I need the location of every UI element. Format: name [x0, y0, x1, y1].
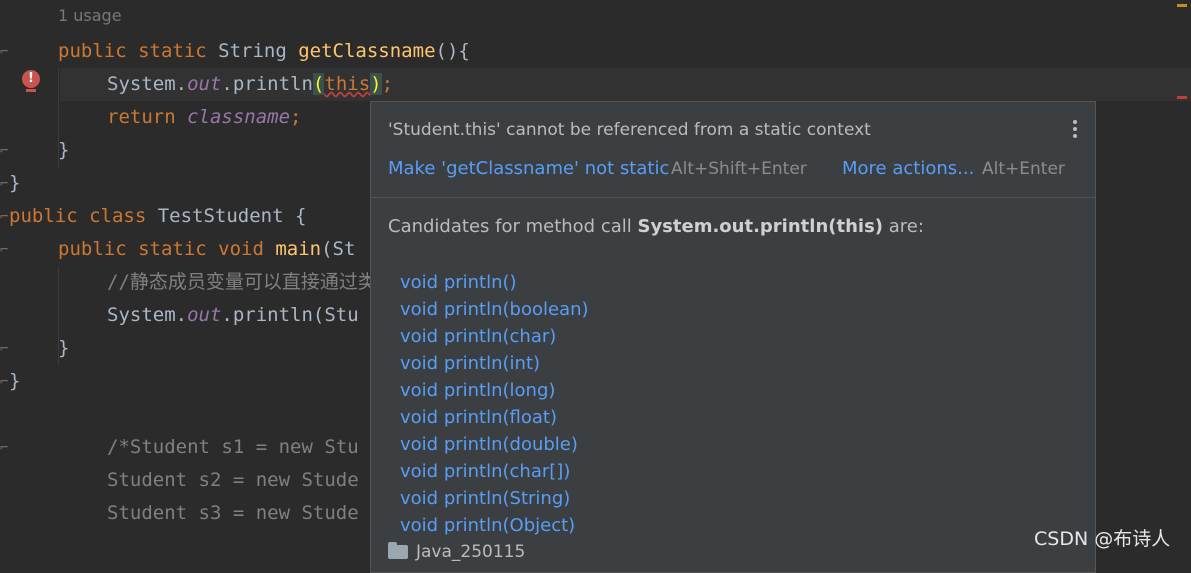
quick-fix-link[interactable]: Make 'getClassname' not static	[388, 158, 669, 179]
popup-header	[371, 102, 1095, 197]
candidate-item[interactable]: void println(int)	[400, 350, 589, 377]
code-token: System.	[107, 73, 188, 95]
code-token: public static void	[58, 238, 264, 260]
code-token: ;	[381, 73, 394, 95]
code-token: (	[312, 73, 325, 95]
code-token: getClassname	[298, 40, 436, 62]
code-token: public static	[58, 40, 207, 62]
code-line: }	[9, 370, 21, 392]
candidates-suffix: are:	[883, 216, 924, 237]
fold-icon[interactable]: ⌐	[0, 339, 12, 359]
watermark: CSDN @布诗人	[1034, 528, 1171, 550]
candidate-item[interactable]: void println(char)	[400, 323, 589, 350]
fold-icon[interactable]: ⌐	[0, 240, 12, 260]
error-bulb-base	[26, 89, 36, 92]
more-actions-link[interactable]: More actions...	[842, 158, 974, 179]
code-line: }	[9, 172, 21, 194]
candidate-item[interactable]: void println(double)	[400, 431, 589, 458]
error-bulb-icon[interactable]: !	[22, 70, 40, 88]
problem-message: 'Student.this' cannot be referenced from…	[388, 120, 871, 140]
candidate-item[interactable]: void println(boolean)	[400, 296, 589, 323]
more-options-icon[interactable]	[1069, 118, 1081, 140]
quick-fix-shortcut: Alt+Shift+Enter	[671, 159, 807, 179]
fold-icon[interactable]: ⌐	[0, 141, 12, 161]
fold-icon[interactable]: ⌐	[0, 438, 12, 458]
code-comment: Student s2 = new Stude	[107, 469, 359, 491]
code-line: System.out.println(this);	[107, 68, 393, 101]
candidates-title: Candidates for method call System.out.pr…	[388, 216, 924, 237]
code-token: ;	[290, 106, 302, 128]
code-token: (){	[435, 40, 470, 62]
code-comment: /*Student s1 = new Stu	[107, 436, 359, 458]
candidate-item[interactable]: void println(char[])	[400, 458, 589, 485]
code-token: out	[187, 304, 222, 326]
code-token: public class	[9, 205, 147, 227]
code-token: main	[263, 238, 322, 260]
popup-divider	[371, 197, 1095, 198]
candidate-item[interactable]: void println(Object)	[400, 512, 589, 539]
code-token: .println	[221, 73, 313, 95]
code-token: )	[370, 73, 382, 95]
code-token: System.	[107, 304, 188, 326]
candidate-item[interactable]: void println(String)	[400, 485, 589, 512]
code-line: public class TestStudent {	[9, 200, 306, 233]
module-row[interactable]: Java_250115	[388, 542, 525, 562]
code-line: public static String getClassname(){	[58, 35, 470, 68]
code-token: TestStudent {	[146, 205, 307, 227]
candidate-item[interactable]: void println(long)	[400, 377, 589, 404]
code-line: }	[58, 337, 70, 359]
code-line: return classname;	[107, 101, 301, 134]
code-comment: //静态成员变量可以直接通过类	[107, 271, 377, 293]
code-token: .println(Stu	[221, 304, 359, 326]
code-line: }	[58, 139, 70, 161]
candidates-prefix: Candidates for method call	[388, 216, 638, 237]
code-token: classname	[187, 106, 291, 128]
warning-marker[interactable]	[1177, 4, 1187, 7]
module-name: Java_250115	[416, 542, 526, 562]
code-token: out	[187, 73, 222, 95]
candidates-list: void println() void println(boolean) voi…	[400, 269, 589, 539]
code-line: public static void main(St	[58, 233, 355, 266]
fold-icon[interactable]: ⌐	[0, 42, 12, 62]
candidate-item[interactable]: void println()	[400, 269, 589, 296]
error-tooltip-popup[interactable]: 'Student.this' cannot be referenced from…	[370, 101, 1096, 573]
error-marker[interactable]	[1177, 96, 1187, 99]
code-token: return	[107, 106, 188, 128]
code-line: System.out.println(Stu	[107, 299, 359, 332]
code-token: (St	[321, 238, 356, 260]
more-actions-shortcut: Alt+Enter	[982, 159, 1065, 179]
error-token[interactable]: this	[324, 73, 370, 95]
code-comment: Student s3 = new Stude	[107, 502, 359, 524]
candidates-call: System.out.println(this)	[637, 216, 884, 237]
usage-hint[interactable]: 1 usage	[58, 6, 122, 25]
candidate-item[interactable]: void println(float)	[400, 404, 589, 431]
code-token: String	[206, 40, 299, 62]
